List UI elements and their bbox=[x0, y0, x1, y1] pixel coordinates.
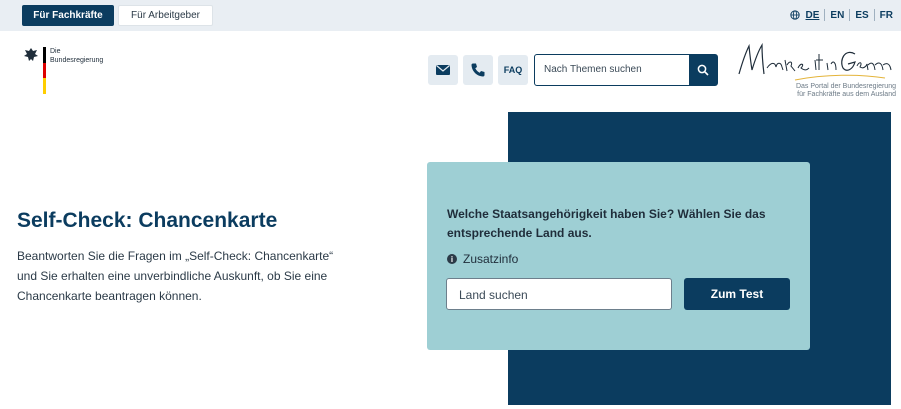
search-button[interactable] bbox=[689, 55, 717, 85]
tab-fachkraefte[interactable]: Für Fachkräfte bbox=[22, 5, 114, 26]
eagle-icon bbox=[24, 48, 38, 61]
language-switcher: DE EN ES FR bbox=[789, 9, 893, 21]
search-input[interactable]: Nach Themen suchen bbox=[544, 64, 642, 75]
lang-fr[interactable]: FR bbox=[880, 10, 893, 21]
envelope-icon bbox=[436, 65, 450, 75]
top-bar: Für Fachkräfte Für Arbeitgeber DE EN ES … bbox=[0, 0, 901, 31]
faq-button[interactable]: FAQ bbox=[498, 55, 528, 85]
phone-icon bbox=[471, 63, 485, 77]
logo-line-2: Bundesregierung bbox=[50, 57, 104, 64]
page-description: Beantworten Sie die Fragen im „Self-Chec… bbox=[17, 249, 334, 303]
phone-button[interactable] bbox=[463, 55, 493, 85]
logo-text: Die Bundesregierung bbox=[50, 47, 103, 65]
start-test-button[interactable]: Zum Test bbox=[684, 278, 790, 310]
mail-button[interactable] bbox=[428, 55, 458, 85]
search-icon bbox=[697, 64, 709, 76]
logo-line-1: Die bbox=[50, 48, 61, 55]
lang-en[interactable]: EN bbox=[830, 10, 844, 21]
german-flag-bar bbox=[43, 47, 46, 94]
question-text: Welche Staatsangehörigkeit haben Sie? Wä… bbox=[447, 207, 766, 240]
country-search-field[interactable]: Land suchen bbox=[446, 278, 672, 310]
lang-de[interactable]: DE bbox=[806, 10, 820, 21]
bundesregierung-logo[interactable]: Die Bundesregierung bbox=[23, 47, 103, 94]
page-title: Self-Check: Chancenkarte bbox=[17, 209, 278, 232]
topic-search[interactable]: Nach Themen suchen bbox=[534, 54, 718, 86]
self-check-card: Welche Staatsangehörigkeit haben Sie? Wä… bbox=[427, 162, 810, 350]
divider bbox=[873, 9, 875, 21]
brand-subtitle-line-2: für Fachkräfte aus dem Ausland bbox=[797, 91, 896, 98]
divider bbox=[824, 9, 826, 21]
lang-es[interactable]: ES bbox=[855, 10, 868, 21]
brand-subtitle: Das Portal der Bundesregierung für Fachk… bbox=[766, 83, 896, 99]
country-search-input[interactable]: Land suchen bbox=[459, 288, 528, 302]
additional-info-label: Zusatzinfo bbox=[463, 252, 519, 266]
info-icon: i bbox=[447, 254, 457, 264]
brand-subtitle-line-1: Das Portal der Bundesregierung bbox=[795, 83, 896, 90]
divider bbox=[849, 9, 851, 21]
tab-arbeitgeber[interactable]: Für Arbeitgeber bbox=[118, 5, 213, 26]
globe-icon bbox=[789, 10, 800, 20]
additional-info-toggle[interactable]: i Zusatzinfo bbox=[447, 252, 518, 266]
